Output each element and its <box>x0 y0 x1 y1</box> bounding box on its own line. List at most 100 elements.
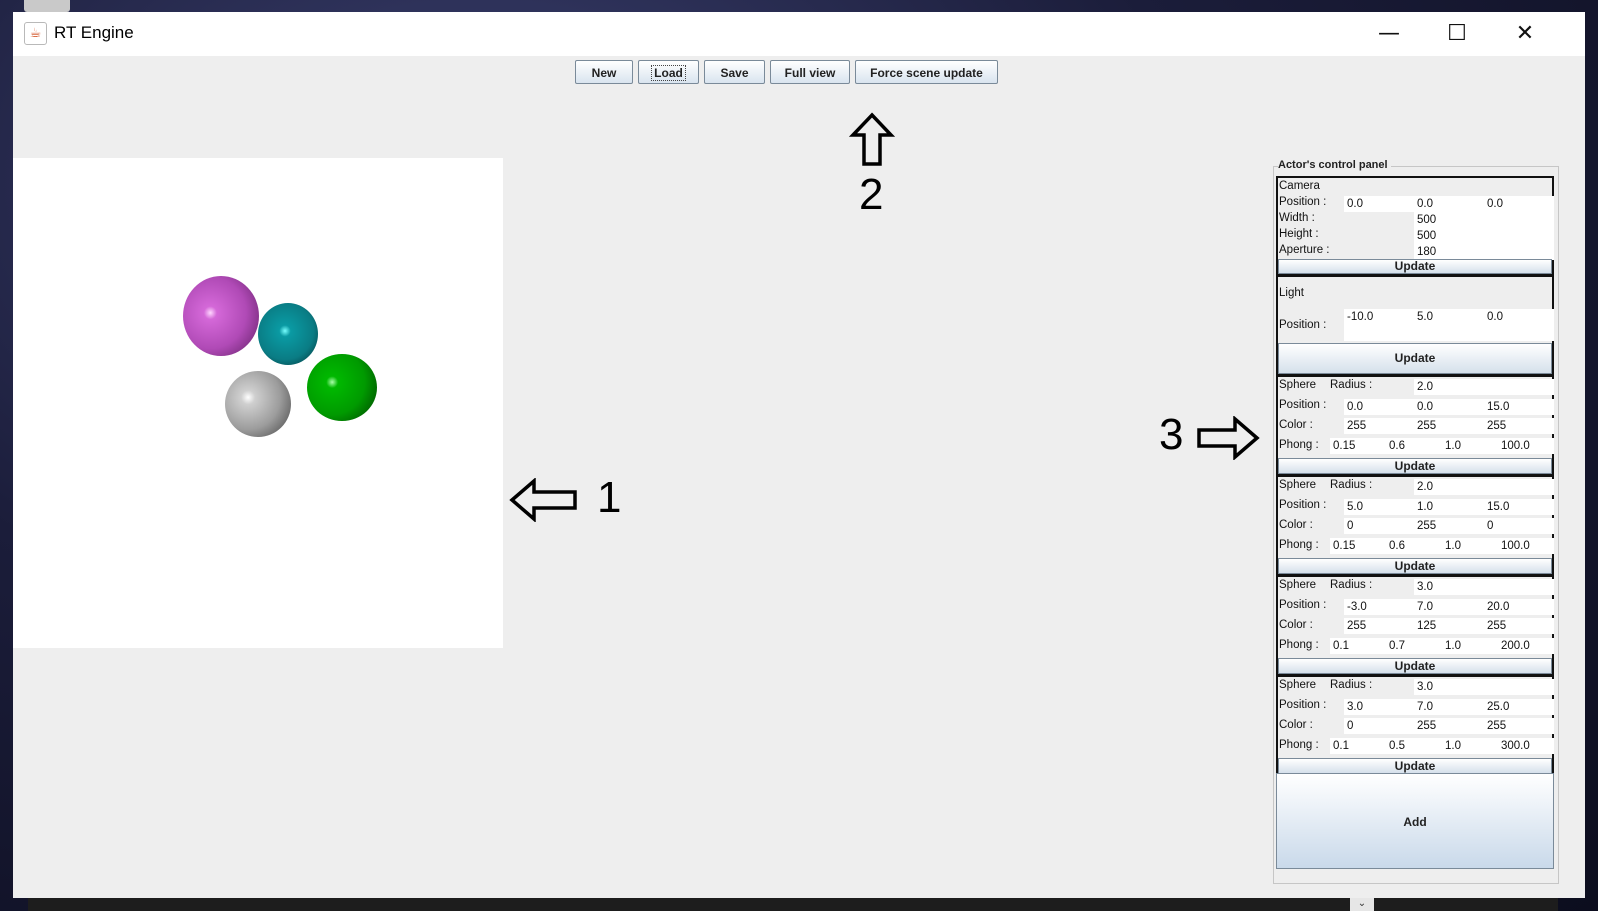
sphere-radius-input[interactable]: 2.0 <box>1414 479 1554 495</box>
sphere-position-y-input[interactable]: 7.0 <box>1414 599 1484 615</box>
camera-position-z-input[interactable]: 0.0 <box>1484 196 1554 212</box>
new-button[interactable]: New <box>575 60 633 84</box>
cyan-sphere <box>258 303 318 365</box>
sphere-color-g-input[interactable]: 255 <box>1414 718 1484 734</box>
sphere-phong-diffuse-input[interactable]: 0.7 <box>1386 638 1442 654</box>
load-button[interactable]: Load <box>638 60 699 84</box>
add-actor-button[interactable]: Add <box>1276 773 1554 869</box>
maximize-icon[interactable]: ☐ <box>1423 12 1491 56</box>
sphere-position-z-input[interactable]: 15.0 <box>1484 399 1554 415</box>
sphere-label: Sphere <box>1279 679 1317 691</box>
sphere-phong-shininess-input[interactable]: 100.0 <box>1498 438 1554 454</box>
sphere-phong-label: Phong : <box>1279 439 1319 451</box>
sphere-update-button[interactable]: Update <box>1278 558 1552 574</box>
camera-width-input[interactable]: 500 <box>1414 212 1554 228</box>
sphere-position-label: Position : <box>1279 499 1327 511</box>
sphere-position-label: Position : <box>1279 399 1327 411</box>
camera-update-button[interactable]: Update <box>1278 259 1552 274</box>
light-update-button[interactable]: Update <box>1278 343 1552 374</box>
sphere-phong-shininess-input[interactable]: 200.0 <box>1498 638 1554 654</box>
sphere-color-b-input[interactable]: 255 <box>1484 618 1554 634</box>
sphere-color-b-input[interactable]: 0 <box>1484 518 1554 534</box>
sphere-phong-specular-input[interactable]: 1.0 <box>1442 538 1498 554</box>
light-position-y-input[interactable]: 5.0 <box>1414 309 1484 341</box>
sphere-phong-shininess-input[interactable]: 100.0 <box>1498 538 1554 554</box>
sphere-phong-ambient-input[interactable]: 0.1 <box>1330 738 1386 754</box>
sphere-position-x-input[interactable]: 5.0 <box>1344 499 1414 515</box>
camera-aperture-input[interactable]: 180 <box>1414 244 1554 260</box>
sphere-color-r-input[interactable]: 255 <box>1344 618 1414 634</box>
sphere-phong-diffuse-input[interactable]: 0.5 <box>1386 738 1442 754</box>
annotation-number-1: 1 <box>597 473 622 522</box>
desktop-icon[interactable] <box>24 0 70 12</box>
sphere-update-button[interactable]: Update <box>1278 458 1552 474</box>
sphere-phong-label: Phong : <box>1279 539 1319 551</box>
sphere-position-z-input[interactable]: 20.0 <box>1484 599 1554 615</box>
close-icon[interactable]: ✕ <box>1491 12 1559 56</box>
full-view-button[interactable]: Full view <box>770 60 850 84</box>
camera-height-input[interactable]: 500 <box>1414 228 1554 244</box>
sphere-color-g-input[interactable]: 255 <box>1414 418 1484 434</box>
sphere-color-r-input[interactable]: 255 <box>1344 418 1414 434</box>
sphere-position-x-input[interactable]: 3.0 <box>1344 699 1414 715</box>
sphere-phong-specular-input[interactable]: 1.0 <box>1442 738 1498 754</box>
sphere-color-r-input[interactable]: 0 <box>1344 718 1414 734</box>
sphere-color-label: Color : <box>1279 519 1313 531</box>
sphere-color-g-input[interactable]: 255 <box>1414 518 1484 534</box>
sphere-radius-input[interactable]: 2.0 <box>1414 379 1554 395</box>
sphere-position-x-input[interactable]: 0.0 <box>1344 399 1414 415</box>
toolbar: New Load Save Full view Force scene upda… <box>13 60 1585 88</box>
sphere-color-label: Color : <box>1279 719 1313 731</box>
save-button[interactable]: Save <box>704 60 765 84</box>
minimize-icon[interactable]: — <box>1355 12 1423 56</box>
sphere-phong-diffuse-input[interactable]: 0.6 <box>1386 438 1442 454</box>
sphere-phong-ambient-input[interactable]: 0.15 <box>1330 538 1386 554</box>
render-canvas[interactable] <box>13 158 503 648</box>
sphere-phong-specular-input[interactable]: 1.0 <box>1442 638 1498 654</box>
camera-position-y-input[interactable]: 0.0 <box>1414 196 1484 212</box>
sphere-position-z-input[interactable]: 15.0 <box>1484 499 1554 515</box>
sphere-update-button[interactable]: Update <box>1278 658 1552 674</box>
light-position-x-input[interactable]: -10.0 <box>1344 309 1414 341</box>
sphere-color-r-input[interactable]: 0 <box>1344 518 1414 534</box>
sphere-position-y-input[interactable]: 1.0 <box>1414 499 1484 515</box>
gray-sphere <box>225 371 291 437</box>
sphere-color-b-input[interactable]: 255 <box>1484 418 1554 434</box>
chevron-down-icon[interactable]: ⌄ <box>1350 896 1374 911</box>
light-position-z-input[interactable]: 0.0 <box>1484 309 1554 341</box>
sphere-position-label: Position : <box>1279 599 1327 611</box>
sphere-position-z-input[interactable]: 25.0 <box>1484 699 1554 715</box>
camera-position-label: Position : <box>1279 196 1327 208</box>
light-label: Light <box>1279 287 1304 299</box>
sphere-color-g-input[interactable]: 125 <box>1414 618 1484 634</box>
sphere-position-y-input[interactable]: 7.0 <box>1414 699 1484 715</box>
light-position-label: Position : <box>1279 319 1327 331</box>
sphere-position-x-input[interactable]: -3.0 <box>1344 599 1414 615</box>
actors-control-panel: Actor's control panel Camera Position : … <box>1273 157 1559 885</box>
arrow-up-icon <box>849 112 895 166</box>
sphere-phong-diffuse-input[interactable]: 0.6 <box>1386 538 1442 554</box>
sphere-label: Sphere <box>1279 579 1317 591</box>
sphere-color-b-input[interactable]: 255 <box>1484 718 1554 734</box>
sphere-color-label: Color : <box>1279 619 1313 631</box>
sphere-block-4: Sphere Radius : 3.0 Position : 3.0 7.0 2… <box>1276 675 1554 775</box>
sphere-radius-input[interactable]: 3.0 <box>1414 679 1554 695</box>
sphere-phong-specular-input[interactable]: 1.0 <box>1442 438 1498 454</box>
magenta-sphere <box>183 276 259 356</box>
sphere-block-1: Sphere Radius : 2.0 Position : 0.0 0.0 1… <box>1276 375 1554 475</box>
load-button-label: Load <box>651 65 686 81</box>
sphere-radius-input[interactable]: 3.0 <box>1414 579 1554 595</box>
camera-position-x-input[interactable]: 0.0 <box>1344 196 1414 212</box>
sphere-phong-label: Phong : <box>1279 639 1319 651</box>
sphere-position-y-input[interactable]: 0.0 <box>1414 399 1484 415</box>
sphere-phong-shininess-input[interactable]: 300.0 <box>1498 738 1554 754</box>
sphere-phong-label: Phong : <box>1279 739 1319 751</box>
sphere-block-2: Sphere Radius : 2.0 Position : 5.0 1.0 1… <box>1276 475 1554 575</box>
sphere-phong-ambient-input[interactable]: 0.1 <box>1330 638 1386 654</box>
force-scene-update-button[interactable]: Force scene update <box>855 60 998 84</box>
sphere-phong-ambient-input[interactable]: 0.15 <box>1330 438 1386 454</box>
panel-title: Actor's control panel <box>1278 159 1391 171</box>
title-bar: ☕ RT Engine — ☐ ✕ <box>13 12 1585 56</box>
sphere-update-button[interactable]: Update <box>1278 758 1552 774</box>
annotation-number-3: 3 <box>1159 410 1184 459</box>
